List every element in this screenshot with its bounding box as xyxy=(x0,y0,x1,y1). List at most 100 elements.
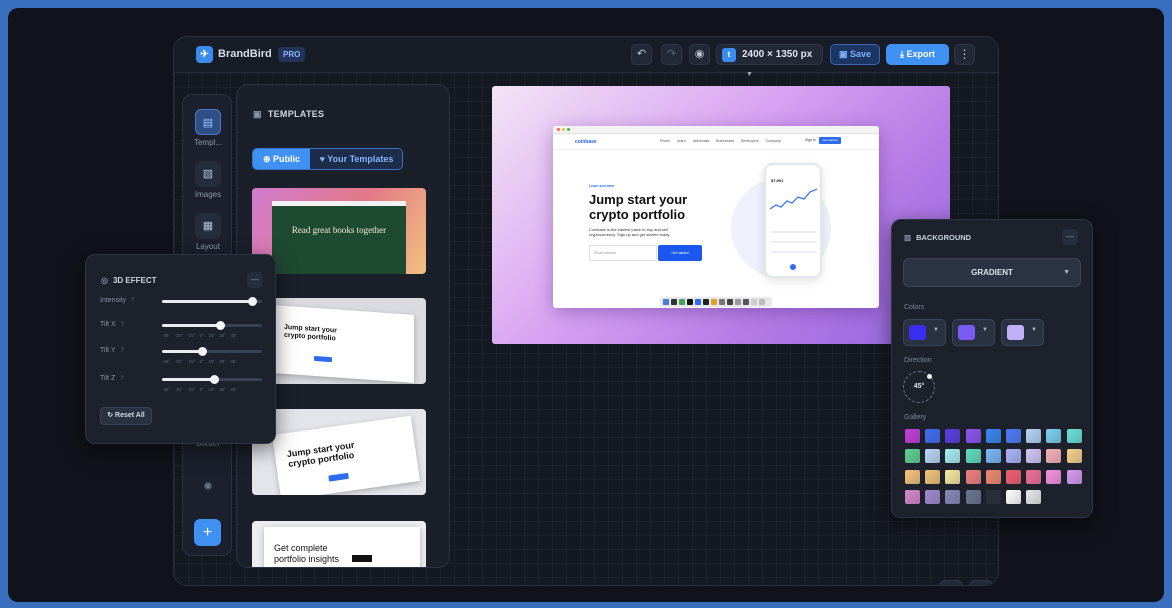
gallery-swatch[interactable] xyxy=(1066,449,1082,464)
fx-slider-label: Tilt X? xyxy=(100,321,125,328)
gallery-swatch[interactable] xyxy=(1046,449,1062,464)
cube-icon: ◎ xyxy=(101,276,108,285)
gallery-swatch[interactable] xyxy=(945,429,961,443)
templates-icon: ▣ xyxy=(253,109,262,119)
gallery-swatch[interactable] xyxy=(905,489,920,504)
chevron-down-icon: ▼ xyxy=(1063,269,1070,276)
hero-headline: Jump start your crypto portfolio xyxy=(589,192,688,222)
sidebar-item-templates[interactable]: ▤ Templ... xyxy=(183,109,233,147)
keyboard-icon[interactable]: ⌨ xyxy=(939,580,963,585)
dock-app-icon xyxy=(735,299,741,305)
layout-icon: ▦ xyxy=(195,213,221,239)
background-mode-select[interactable]: GRADIENT ▼ xyxy=(903,258,1081,287)
gallery-swatch[interactable] xyxy=(905,449,920,464)
fx-slider[interactable] xyxy=(162,375,262,384)
sidebar-item-images[interactable]: ▧ Images xyxy=(183,161,233,199)
gallery-swatch[interactable] xyxy=(1026,469,1042,484)
gallery-swatch[interactable] xyxy=(1026,429,1042,443)
gallery-swatch[interactable] xyxy=(965,469,981,484)
brand-name: BrandBird xyxy=(218,48,272,60)
gallery-swatch[interactable] xyxy=(1066,429,1082,443)
gallery-swatch[interactable] xyxy=(905,469,920,484)
gallery-swatch[interactable] xyxy=(1046,429,1062,443)
canvas-size-select[interactable]: t 2400 × 1350 px ▼ xyxy=(716,44,823,78)
fx-slider[interactable] xyxy=(162,297,262,306)
tab-your-templates[interactable]: ♥ Your Templates xyxy=(310,149,402,169)
gallery-swatch[interactable] xyxy=(965,429,981,443)
export-button[interactable]: ⤓ Export xyxy=(886,44,949,65)
gallery-swatch[interactable] xyxy=(945,469,961,484)
dock-app-icon xyxy=(695,299,701,305)
more-icon[interactable]: ⋮ xyxy=(954,44,975,65)
dock-app-icon xyxy=(719,299,725,305)
gallery-swatch[interactable] xyxy=(925,429,941,443)
sidebar-item-layout[interactable]: ▦ Layout xyxy=(183,213,233,251)
fx-slider-handle[interactable] xyxy=(198,347,207,356)
gallery-swatch[interactable] xyxy=(965,449,981,464)
minimize-dot-icon xyxy=(562,128,565,131)
gallery-swatch[interactable] xyxy=(1006,429,1021,443)
dock-app-icon xyxy=(663,299,669,305)
gallery-swatch[interactable] xyxy=(985,449,1001,464)
fx-slider[interactable] xyxy=(162,321,262,330)
gallery-swatch[interactable] xyxy=(905,429,920,443)
gallery-swatch[interactable] xyxy=(1026,489,1042,504)
template-thumb-cta xyxy=(352,555,372,562)
hero-subtext: Coinbase is the easiest place to buy and… xyxy=(589,227,671,237)
collapse-icon[interactable]: — xyxy=(1062,229,1078,245)
help-icon[interactable]: ? xyxy=(969,580,993,585)
fx-slider-handle[interactable] xyxy=(210,375,219,384)
redo-icon[interactable]: ↷ xyxy=(661,44,682,65)
help-icon: ? xyxy=(131,298,135,304)
gallery-swatch[interactable] xyxy=(945,489,961,504)
direction-dial[interactable]: 45° xyxy=(903,371,935,403)
gallery-swatch[interactable] xyxy=(985,489,1001,504)
gallery-swatch[interactable] xyxy=(925,449,941,464)
template-thumb-headline: Get complete portfolio insights xyxy=(274,543,340,564)
gallery-swatch[interactable] xyxy=(945,449,961,464)
colors-label: Colors xyxy=(904,304,925,311)
tab-public[interactable]: ⊕ Public xyxy=(253,149,310,169)
gallery-swatch[interactable] xyxy=(1006,489,1021,504)
gallery-swatch[interactable] xyxy=(1046,469,1062,484)
gallery-swatch[interactable] xyxy=(1026,449,1042,464)
template-thumb-4[interactable]: Get complete portfolio insights xyxy=(252,521,426,567)
fx-slider-ticks: -45° -30° -15° 0° 15° 30° 45° xyxy=(162,387,238,392)
undo-icon[interactable]: ↶ xyxy=(631,44,652,65)
template-thumb-2[interactable]: Jump start your crypto portfolio xyxy=(252,298,426,384)
export-label: Export xyxy=(906,49,935,59)
color-swatch-button[interactable]: ▼ xyxy=(1001,319,1044,346)
chevron-down-icon: ▼ xyxy=(982,327,988,333)
template-thumb-1[interactable]: Read great books together xyxy=(252,188,426,274)
eye-icon[interactable]: ◉ xyxy=(689,44,710,65)
fx-slider-handle[interactable] xyxy=(248,297,257,306)
sidebar-item-label: Images xyxy=(194,190,222,199)
canvas-preview[interactable]: coinbase Prices Learn Individuals Busine… xyxy=(492,86,950,344)
fx-slider-row: Tilt Z? -45° -30° -15° 0° 15° 30° 45° xyxy=(100,375,265,392)
fx-slider-handle[interactable] xyxy=(216,321,225,330)
color-swatch-button[interactable]: ▼ xyxy=(952,319,995,346)
color-swatch-button[interactable]: ▼ xyxy=(903,319,946,346)
add-button[interactable]: + xyxy=(194,519,221,546)
gallery-swatch[interactable] xyxy=(925,489,941,504)
collapse-icon[interactable]: — xyxy=(247,272,263,288)
reset-all-button[interactable]: ↻ Reset All xyxy=(100,407,152,425)
dock-app-icon xyxy=(711,299,717,305)
templates-tabs: ⊕ Public ♥ Your Templates xyxy=(252,148,403,170)
template-thumb-headline: Jump start your crypto portfolio xyxy=(284,323,337,343)
template-thumb-3[interactable]: Jump start your crypto portfolio xyxy=(252,409,426,495)
tab-your-templates-label: Your Templates xyxy=(327,154,394,164)
gallery-swatch[interactable] xyxy=(985,429,1001,443)
gallery-swatch[interactable] xyxy=(1006,449,1021,464)
sidebar-item-effects[interactable]: ✺ xyxy=(183,474,233,500)
gallery-swatch[interactable] xyxy=(925,469,941,484)
gallery-swatch[interactable] xyxy=(965,489,981,504)
stage: ✈ BrandBird PRO ↶ ↷ ◉ t 2400 × 1350 px ▼… xyxy=(8,8,1164,602)
fx-slider[interactable] xyxy=(162,347,262,356)
save-button[interactable]: ▣ Save xyxy=(830,44,880,65)
direction-value: 45° xyxy=(913,383,925,390)
gallery-swatch[interactable] xyxy=(1006,469,1021,484)
gallery-swatch[interactable] xyxy=(1066,469,1082,484)
templates-icon: ▤ xyxy=(195,109,221,135)
gallery-swatch[interactable] xyxy=(985,469,1001,484)
